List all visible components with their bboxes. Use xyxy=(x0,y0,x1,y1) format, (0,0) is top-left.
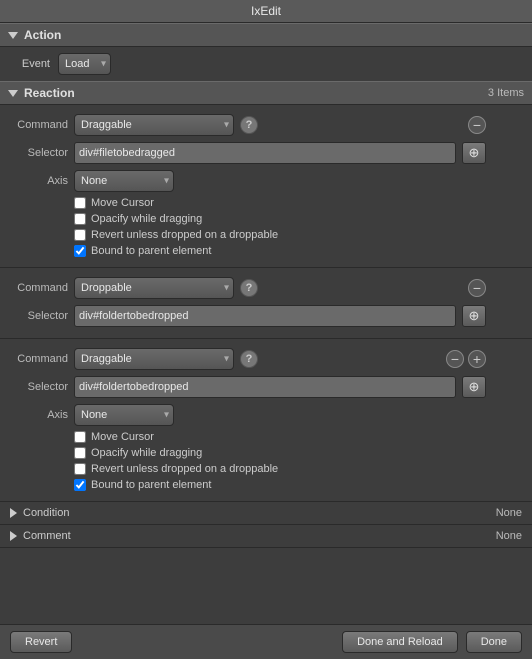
reaction1-command-select[interactable]: Draggable xyxy=(74,114,234,136)
reaction3-selector-row: Selector ⊕ xyxy=(0,373,496,401)
action-triangle-icon xyxy=(8,32,18,39)
reaction1-checkbox1-row: Move Cursor xyxy=(0,195,496,211)
reaction3-checkbox3-row: Revert unless dropped on a droppable xyxy=(0,461,496,477)
reaction3-help-icon[interactable]: ? xyxy=(240,350,258,368)
reaction1-axis-select-wrapper[interactable]: None xyxy=(74,170,174,192)
reaction3-command-row: Command Draggable ? − + xyxy=(0,345,496,373)
bottom-bar: Revert Done and Reload Done xyxy=(0,624,532,659)
reaction1-command-row: Command Draggable ? − xyxy=(0,111,496,139)
condition-row: Condition None xyxy=(0,502,532,525)
reaction1-target-btn[interactable]: ⊕ xyxy=(462,142,486,164)
comment-value: None xyxy=(496,530,522,542)
reaction-section-header: Reaction 3 Items xyxy=(0,81,532,105)
reaction2-command-select-wrapper[interactable]: Droppable xyxy=(74,277,234,299)
comment-triangle-icon xyxy=(10,531,17,541)
reaction-block-2: Command Droppable ? − Selector ⊕ xyxy=(0,268,532,339)
reaction-block-1: Command Draggable ? − Selector ⊕ Axis No… xyxy=(0,105,532,268)
reaction3-revert-label: Revert unless dropped on a droppable xyxy=(91,463,278,475)
reaction2-target-btn[interactable]: ⊕ xyxy=(462,305,486,327)
reaction1-selector-label: Selector xyxy=(10,147,68,159)
reaction1-checkbox2-row: Opacify while dragging xyxy=(0,211,496,227)
reaction1-move-cursor-checkbox[interactable] xyxy=(74,197,86,209)
event-label: Event xyxy=(10,58,50,70)
condition-label: Condition xyxy=(23,507,69,519)
reaction3-checkbox1-row: Move Cursor xyxy=(0,429,496,445)
reaction2-selector-row: Selector ⊕ xyxy=(0,302,496,330)
reaction1-axis-row: Axis None xyxy=(0,167,496,195)
reaction-label: Reaction xyxy=(24,86,75,100)
reaction3-bound-label: Bound to parent element xyxy=(91,479,211,491)
event-select[interactable]: Load xyxy=(58,53,111,75)
event-select-wrapper[interactable]: Load xyxy=(58,53,111,75)
reaction3-move-cursor-checkbox[interactable] xyxy=(74,431,86,443)
revert-button[interactable]: Revert xyxy=(10,631,72,653)
reaction3-axis-label: Axis xyxy=(10,409,68,421)
reaction2-minus-btn[interactable]: − xyxy=(468,279,486,297)
reaction3-minus-btn[interactable]: − xyxy=(446,350,464,368)
reaction2-command-select[interactable]: Droppable xyxy=(74,277,234,299)
comment-row: Comment None xyxy=(0,525,532,548)
app-title: IxEdit xyxy=(251,4,281,18)
reaction3-command-label: Command xyxy=(10,353,68,365)
reaction2-command-row: Command Droppable ? − xyxy=(0,274,496,302)
reaction1-move-cursor-label: Move Cursor xyxy=(91,197,154,209)
reaction3-selector-input[interactable] xyxy=(74,376,456,398)
reaction3-axis-select[interactable]: None xyxy=(74,404,174,426)
reaction3-opacify-label: Opacify while dragging xyxy=(91,447,202,459)
done-reload-button[interactable]: Done and Reload xyxy=(342,631,458,653)
reaction1-opacify-checkbox[interactable] xyxy=(74,213,86,225)
condition-triangle-icon xyxy=(10,508,17,518)
reaction3-target-btn[interactable]: ⊕ xyxy=(462,376,486,398)
reaction3-bound-checkbox[interactable] xyxy=(74,479,86,491)
reaction3-axis-select-wrapper[interactable]: None xyxy=(74,404,174,426)
reaction3-plus-btn[interactable]: + xyxy=(468,350,486,368)
reaction1-command-label: Command xyxy=(10,119,68,131)
reaction2-help-icon[interactable]: ? xyxy=(240,279,258,297)
reaction1-revert-label: Revert unless dropped on a droppable xyxy=(91,229,278,241)
reaction2-command-label: Command xyxy=(10,282,68,294)
reaction2-selector-label: Selector xyxy=(10,310,68,322)
action-label: Action xyxy=(24,28,61,42)
reaction3-checkbox4-row: Bound to parent element xyxy=(0,477,496,493)
condition-value: None xyxy=(496,507,522,519)
reaction1-checkbox3-row: Revert unless dropped on a droppable xyxy=(0,227,496,243)
reaction3-command-select[interactable]: Draggable xyxy=(74,348,234,370)
reaction1-axis-select[interactable]: None xyxy=(74,170,174,192)
comment-label: Comment xyxy=(23,530,71,542)
reaction3-opacify-checkbox[interactable] xyxy=(74,447,86,459)
reaction3-move-cursor-label: Move Cursor xyxy=(91,431,154,443)
reaction-triangle-icon xyxy=(8,90,18,97)
reaction1-bound-checkbox[interactable] xyxy=(74,245,86,257)
reaction1-command-select-wrapper[interactable]: Draggable xyxy=(74,114,234,136)
reaction-count: 3 Items xyxy=(488,87,524,99)
reaction3-revert-checkbox[interactable] xyxy=(74,463,86,475)
reaction1-help-icon[interactable]: ? xyxy=(240,116,258,134)
action-section-header: Action xyxy=(0,23,532,47)
reaction3-checkbox2-row: Opacify while dragging xyxy=(0,445,496,461)
reaction1-opacify-label: Opacify while dragging xyxy=(91,213,202,225)
reaction3-axis-row: Axis None xyxy=(0,401,496,429)
reaction2-selector-input[interactable] xyxy=(74,305,456,327)
reaction1-selector-input[interactable] xyxy=(74,142,456,164)
event-row: Event Load xyxy=(0,47,532,81)
reaction1-minus-btn[interactable]: − xyxy=(468,116,486,134)
reaction3-command-select-wrapper[interactable]: Draggable xyxy=(74,348,234,370)
reaction1-bound-label: Bound to parent element xyxy=(91,245,211,257)
title-bar: IxEdit xyxy=(0,0,532,23)
reaction3-selector-label: Selector xyxy=(10,381,68,393)
reaction1-revert-checkbox[interactable] xyxy=(74,229,86,241)
reaction1-selector-row: Selector ⊕ xyxy=(0,139,496,167)
main-content: Action Event Load Reaction 3 Items Comma… xyxy=(0,23,532,615)
done-button[interactable]: Done xyxy=(466,631,522,653)
reaction1-checkbox4-row: Bound to parent element xyxy=(0,243,496,259)
reaction1-axis-label: Axis xyxy=(10,175,68,187)
reaction-block-3: Command Draggable ? − + Selector ⊕ Axis … xyxy=(0,339,532,502)
